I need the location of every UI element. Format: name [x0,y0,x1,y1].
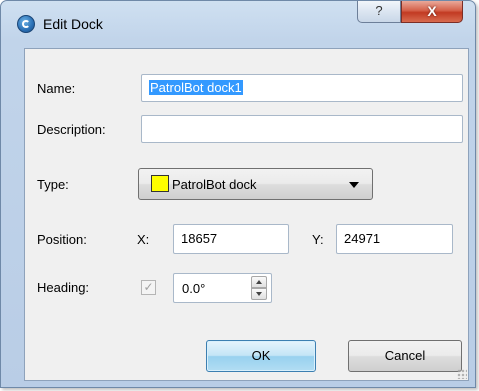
y-input[interactable]: 24971 [336,224,453,254]
position-label: Position: [37,232,87,247]
title-bar[interactable]: Edit Dock ? X [1,1,475,41]
heading-spinbox[interactable]: 0.0° [173,273,272,303]
app-icon [17,15,35,33]
heading-checkbox[interactable]: ✓ [141,280,156,295]
type-combobox[interactable]: PatrolBot dock [138,168,373,200]
spin-down-icon[interactable] [251,288,267,300]
heading-label: Heading: [37,280,90,295]
description-label: Description: [37,122,106,137]
chevron-down-icon [349,182,359,188]
x-label: X: [137,232,150,247]
spin-up-icon[interactable] [251,276,267,288]
resize-grip-icon[interactable] [457,369,467,379]
name-input[interactable]: PatrolBot dock1 [141,74,463,102]
close-button[interactable]: X [401,1,463,23]
help-button[interactable]: ? [357,1,401,23]
cancel-button[interactable]: Cancel [348,340,462,372]
x-input[interactable]: 18657 [173,224,289,254]
type-color-swatch [151,175,169,192]
description-input[interactable] [141,115,463,143]
name-label: Name: [37,81,76,96]
name-input-value: PatrolBot dock1 [149,80,243,95]
dialog-body: Name: PatrolBot dock1 Description: Type:… [24,48,469,381]
window-title: Edit Dock [43,16,103,32]
edit-dock-dialog: Edit Dock ? X Name: PatrolBot dock1 Desc… [0,0,476,388]
type-combobox-value: PatrolBot dock [172,177,257,192]
ok-button[interactable]: OK [206,340,316,372]
type-label: Type: [37,177,69,192]
y-label: Y: [312,232,324,247]
heading-spinbox-value: 0.0° [182,281,206,296]
